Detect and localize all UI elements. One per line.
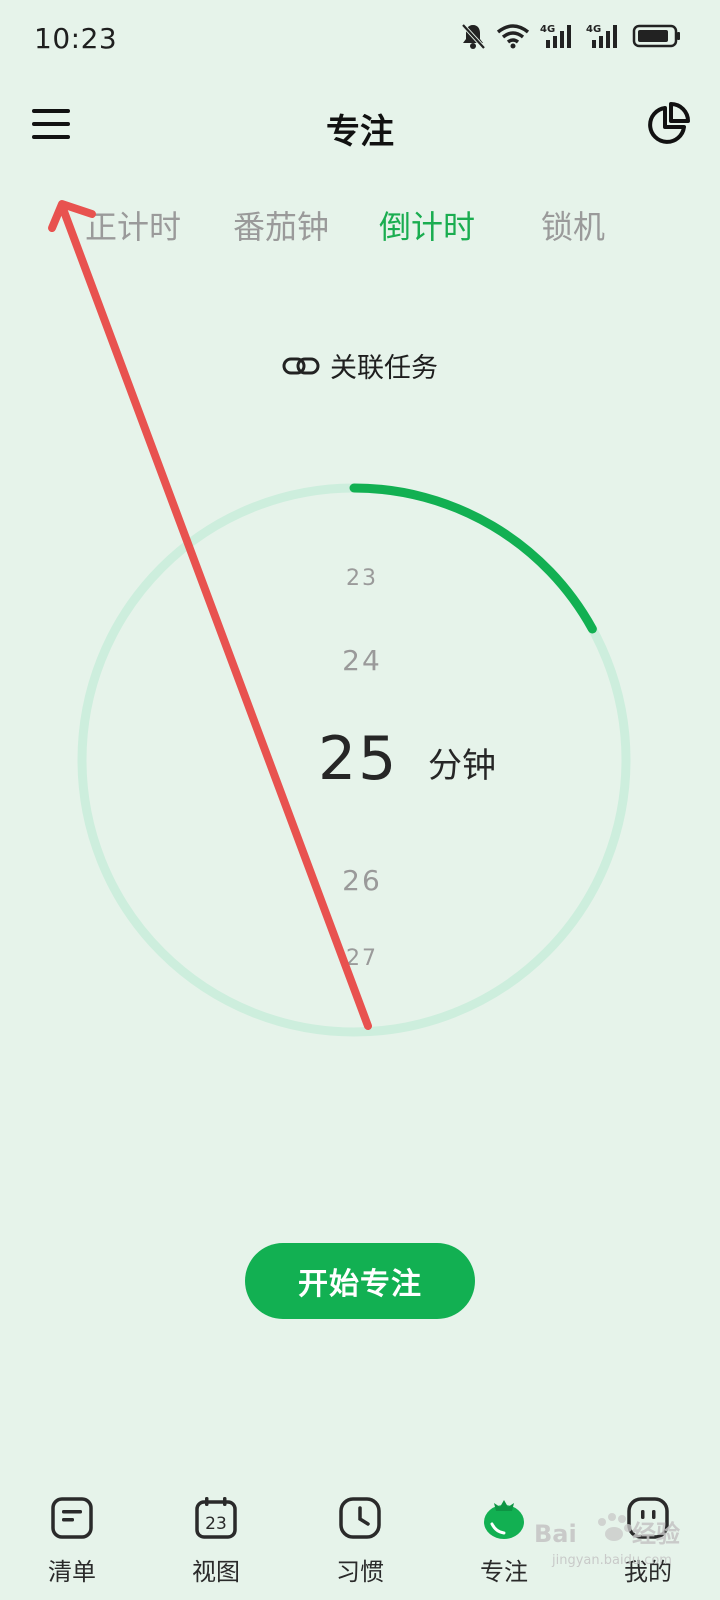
statistics-button[interactable] (644, 100, 692, 148)
signal-4g-icon: 4G (586, 24, 617, 48)
picker-value-above-2[interactable]: 23 (312, 566, 412, 591)
nav-item-focus[interactable]: 专注 (432, 1496, 576, 1596)
list-icon (51, 1497, 93, 1539)
tomato-icon (484, 1500, 524, 1539)
calendar-icon: 23 (195, 1497, 237, 1539)
nav-item-view[interactable]: 23 视图 (144, 1496, 288, 1596)
nav-label-profile: 我的 (624, 1558, 672, 1586)
link-task-button[interactable]: 关联任务 (282, 346, 438, 385)
tab-lock-phone[interactable]: 锁机 (498, 202, 648, 248)
top-bar: 专注 (0, 78, 720, 178)
signal-4g-icon: 4G (540, 24, 571, 48)
clock-icon (339, 1497, 381, 1539)
mute-bell-icon (461, 23, 486, 50)
picker-current-value[interactable]: 25 (318, 724, 398, 794)
wifi-icon (496, 24, 530, 49)
link-icon (282, 357, 320, 374)
tab-countdown[interactable]: 倒计时 (352, 202, 502, 248)
mode-tabs: 正计时 番茄钟 倒计时 锁机 (58, 202, 678, 250)
status-bar: 10:23 4G 4G (0, 0, 720, 78)
nav-item-habit[interactable]: 习惯 (288, 1496, 432, 1596)
link-task-label: 关联任务 (330, 353, 438, 384)
nav-item-list[interactable]: 清单 (0, 1496, 144, 1596)
status-time: 10:23 (34, 22, 118, 55)
dial-progress-arc (349, 483, 597, 634)
nav-item-profile[interactable]: 我的 (576, 1496, 720, 1596)
status-icons: 4G 4G (460, 22, 682, 50)
profile-icon (627, 1497, 669, 1539)
nav-label-list: 清单 (48, 1558, 96, 1586)
svg-text:4G: 4G (586, 24, 601, 35)
bottom-nav: 清单 23 视图 习惯 专注 我的 (0, 1480, 720, 1600)
calendar-date-badge: 23 (205, 1514, 227, 1534)
battery-icon (632, 24, 680, 48)
tab-count-up[interactable]: 正计时 (58, 202, 208, 248)
nav-label-focus: 专注 (480, 1558, 528, 1586)
svg-text:4G: 4G (540, 24, 555, 35)
picker-value-above-1[interactable]: 24 (312, 644, 412, 677)
nav-label-view: 视图 (192, 1558, 240, 1586)
tab-pomodoro[interactable]: 番茄钟 (206, 202, 356, 248)
pie-chart-icon (648, 102, 690, 144)
picker-value-below-2[interactable]: 27 (312, 946, 412, 971)
nav-label-habit: 习惯 (336, 1558, 384, 1586)
picker-unit: 分钟 (428, 746, 496, 786)
page-title: 专注 (326, 112, 394, 152)
picker-value-below-1[interactable]: 26 (312, 864, 412, 897)
start-focus-button[interactable]: 开始专注 (245, 1243, 475, 1319)
